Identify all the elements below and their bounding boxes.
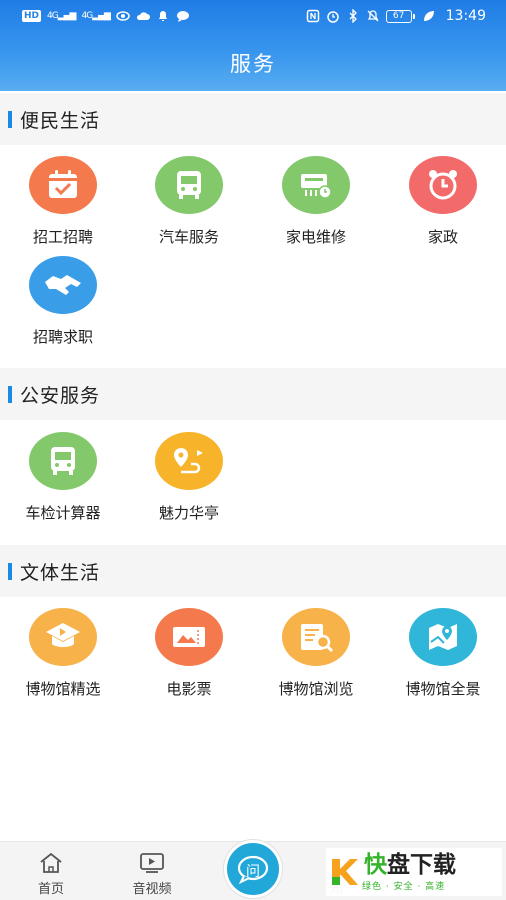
alarm-icon <box>326 11 339 23</box>
clock-time: 13:49 <box>445 8 486 24</box>
leaf-icon <box>423 11 434 21</box>
nfc-icon <box>306 9 319 23</box>
bell-icon <box>158 11 167 21</box>
section-header-police: 公安服务 <box>0 368 506 420</box>
service-label: 车检计算器 <box>25 504 101 522</box>
watermark-title: 快盘下载 <box>364 853 456 877</box>
watermark-word: 盘下载 <box>387 851 456 878</box>
map-pin-icon <box>409 608 477 666</box>
signal-label-2: 4G <box>81 11 93 21</box>
watermark-logo: 快盘下载 绿色 · 安全 · 高速 <box>326 848 502 896</box>
service-job[interactable]: 招聘求职 <box>0 256 126 356</box>
section-title: 便民生活 <box>20 109 101 132</box>
mute-bell-icon <box>367 10 379 22</box>
section-title: 公安服务 <box>20 384 101 407</box>
watermark-subtitle: 绿色 · 安全 · 高速 <box>362 881 446 892</box>
bus-icon <box>29 432 97 490</box>
service-label: 家政 <box>427 228 458 246</box>
service-museum-browse[interactable]: 博物馆浏览 <box>253 608 379 708</box>
cloud-icon <box>136 12 150 20</box>
ticket-icon <box>155 608 223 666</box>
service-label: 招聘求职 <box>32 328 93 346</box>
service-label: 博物馆浏览 <box>278 680 354 698</box>
home-icon <box>40 852 62 873</box>
section-accent-bar <box>8 562 12 580</box>
video-icon <box>140 853 164 873</box>
document-search-icon <box>282 608 350 666</box>
section-header-culture: 文体生活 <box>0 545 506 597</box>
service-label: 汽车服务 <box>158 228 219 246</box>
app-header: HD 4G▂▄▆ 4G▂▄▆ 67 13:49 服务 <box>0 0 506 91</box>
section-header-convenience: 便民生活 <box>0 93 506 145</box>
bluetooth-icon <box>349 9 357 23</box>
appliance-icon <box>282 156 350 214</box>
battery-level: 67 <box>392 11 405 21</box>
k-logo-icon <box>330 857 358 887</box>
hd-badge: HD <box>22 10 42 22</box>
service-huating[interactable]: 魅力华亭 <box>126 432 252 532</box>
signal-icon-2: 4G▂▄▆ <box>81 11 110 21</box>
service-car[interactable]: 汽车服务 <box>126 156 252 256</box>
nav-label: 首页 <box>37 882 64 897</box>
battery-icon: 67 <box>385 9 415 23</box>
service-label: 博物馆精选 <box>25 680 101 698</box>
bus-icon <box>155 156 223 214</box>
service-label: 电影票 <box>166 680 212 698</box>
service-housekeeping[interactable]: 家政 <box>380 156 506 256</box>
nav-label: 音视频 <box>132 882 172 897</box>
chat-icon <box>176 11 189 22</box>
nav-home[interactable]: 首页 <box>11 852 91 897</box>
map-route-icon <box>155 432 223 490</box>
service-movie-ticket[interactable]: 电影票 <box>126 608 252 708</box>
alarm-clock-icon <box>409 156 477 214</box>
service-museum-panorama[interactable]: 博物馆全景 <box>380 608 506 708</box>
service-recruit[interactable]: 招工招聘 <box>0 156 126 256</box>
service-museum-selection[interactable]: 博物馆精选 <box>0 608 126 708</box>
ask-button[interactable]: 问 <box>224 840 282 898</box>
section-title: 文体生活 <box>20 561 101 584</box>
service-label: 博物馆全景 <box>405 680 481 698</box>
calendar-check-icon <box>29 156 97 214</box>
eye-icon <box>116 11 130 21</box>
handshake-icon <box>29 256 97 314</box>
status-bar: HD 4G▂▄▆ 4G▂▄▆ 67 13:49 <box>0 0 506 32</box>
page-title: 服务 <box>230 52 276 76</box>
service-label: 招工招聘 <box>32 228 93 246</box>
graduation-play-icon <box>29 608 97 666</box>
signal-label: 4G <box>47 11 59 21</box>
nav-audio-video[interactable]: 音视频 <box>112 852 192 897</box>
watermark-char: 快 <box>364 851 387 878</box>
service-label: 魅力华亭 <box>158 504 219 522</box>
ask-char: 问 <box>246 864 260 880</box>
section-accent-bar <box>8 385 12 403</box>
signal-icon: 4G▂▄▆ <box>47 11 76 21</box>
service-inspection-calculator[interactable]: 车检计算器 <box>0 432 126 532</box>
service-appliance[interactable]: 家电维修 <box>253 156 379 256</box>
service-label: 家电维修 <box>285 228 346 246</box>
section-accent-bar <box>8 110 12 128</box>
